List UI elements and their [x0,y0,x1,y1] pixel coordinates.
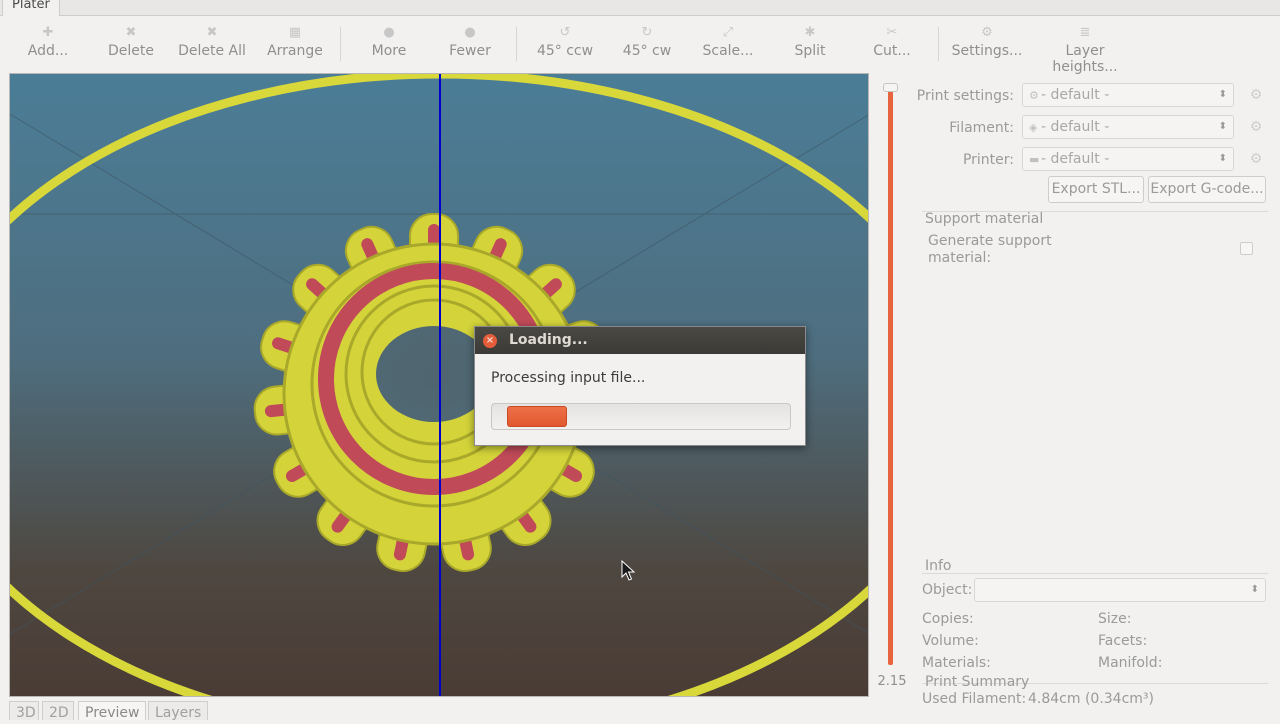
dialog-title: Loading... [475,327,805,354]
filament-icon: ◈ [1029,121,1038,134]
export-stl-button[interactable]: Export STL... [1048,176,1144,203]
split-button[interactable]: ✱ Split [790,21,830,69]
chevron-updown-icon: ⬍ [1218,89,1227,100]
support-group-title: Support material [925,211,1044,227]
scale-label: Scale... [702,43,754,59]
layer-height-value: 2.15 [877,674,907,689]
tab-2d[interactable]: 2D [42,701,74,721]
chevron-updown-icon: ⬍ [1218,121,1227,132]
manifold-label: Manifold: [1098,655,1163,671]
layer-heights-icon: ≣ [1079,25,1091,40]
layer-heights-button[interactable]: ≣ Layer heights... [1032,21,1138,75]
generate-support-label-line2: material: [928,250,992,266]
delete-all-icon: ✖ [206,25,218,40]
copies-label: Copies: [922,611,974,627]
info-group-border [922,573,1268,574]
chevron-updown-icon: ⬍ [1250,584,1259,595]
split-label: Split [794,43,826,59]
more-label: More [371,43,407,59]
generate-support-label-line1: Generate support [928,233,1052,249]
used-filament-label: Used Filament: [922,691,1027,707]
layer-heights-label: Layer heights... [1052,43,1118,75]
scale-icon: ⤢ [722,25,734,40]
toolbar-separator [938,27,939,61]
materials-label: Materials: [922,655,991,671]
progress-bar-fill [507,406,567,427]
print-settings-select[interactable]: ⚙ - default - ⬍ [1022,83,1234,107]
layer-slider-track[interactable] [888,85,893,665]
filament-select[interactable]: ◈ - default - ⬍ [1022,115,1234,139]
rotate-ccw-icon: ↺ [559,25,571,40]
fewer-label: Fewer [449,43,491,59]
object-select[interactable]: ⬍ [974,578,1266,602]
summary-group-title: Print Summary [925,674,1030,690]
arrange-button[interactable]: ▦ Arrange [264,21,326,69]
printer-icon: ▬ [1029,153,1040,166]
printer-label: Printer: [962,152,1014,168]
fewer-button[interactable]: ● Fewer [444,21,496,69]
rotate-ccw-label: 45° ccw [536,43,594,59]
arrange-label: Arrange [267,43,323,59]
more-button[interactable]: ● More [364,21,414,69]
tab-layers[interactable]: Layers [148,701,208,721]
progress-bar [491,403,791,430]
print-settings-icon: ⚙ [1029,89,1039,102]
filament-gear-icon[interactable]: ⚙ [1248,119,1264,135]
toolbar: ✚ Add... ✖ Delete ✖ Delete All ▦ Arrange ● Mo… [0,17,1280,75]
delete-all-label: Delete All [178,43,246,59]
size-label: Size: [1098,611,1132,627]
dialog-message: Processing input file... [491,370,646,386]
tab-plater[interactable]: Plater [2,0,60,16]
scale-button[interactable]: ⤢ Scale... [700,21,756,69]
split-icon: ✱ [804,25,816,40]
printer-select[interactable]: ▬ - default - ⬍ [1022,147,1234,171]
delete-label: Delete [108,43,154,59]
layer-slider-panel: 2.15 [870,73,914,697]
settings-label: Settings... [951,43,1023,59]
delete-icon: ✖ [125,25,137,40]
loading-dialog: Loading... × Processing input file... [474,326,806,446]
mouse-pointer-icon [621,560,635,581]
info-group-title: Info [925,558,952,574]
object-label: Object: [922,582,973,598]
add-button[interactable]: ✚ Add... [22,21,74,69]
tab-preview[interactable]: Preview [78,701,146,721]
print-settings-gear-icon[interactable]: ⚙ [1248,87,1264,103]
chevron-updown-icon: ⬍ [1218,153,1227,164]
delete-all-button[interactable]: ✖ Delete All [176,21,248,69]
rotate-cw-button[interactable]: ↻ 45° cw [620,21,674,69]
printer-gear-icon[interactable]: ⚙ [1248,151,1264,167]
cut-button[interactable]: ✂ Cut... [868,21,916,69]
fewer-icon: ● [464,25,476,40]
rotate-ccw-button[interactable]: ↺ 45° ccw [536,21,594,69]
add-label: Add... [27,43,69,59]
cut-icon: ✂ [886,25,898,40]
arrange-icon: ▦ [288,25,302,40]
notebook-tabs: Plater [0,0,1280,16]
settings-icon: ⚙ [981,25,993,40]
toolbar-separator [516,27,517,61]
cut-label: Cut... [873,43,911,59]
print-settings-label: Print settings: [916,88,1014,104]
rotate-cw-icon: ↻ [641,25,653,40]
tab-3d[interactable]: 3D [9,701,39,721]
used-filament-value: 4.84cm (0.34cm³) [1028,691,1154,707]
close-icon[interactable]: × [483,334,497,348]
add-icon: ✚ [42,25,54,40]
printer-value: - default - [1041,151,1110,167]
filament-value: - default - [1041,119,1110,135]
filament-label: Filament: [949,120,1014,136]
rotate-cw-label: 45° cw [622,43,672,59]
settings-sidebar: Print settings: ⚙ - default - ⬍ ⚙ Filament… [916,73,1280,720]
facets-label: Facets: [1098,633,1148,649]
more-icon: ● [383,25,395,40]
layer-slider-handle[interactable] [883,83,898,92]
export-gcode-button[interactable]: Export G-code... [1148,176,1266,203]
delete-button[interactable]: ✖ Delete [104,21,158,69]
generate-support-checkbox[interactable] [1240,242,1253,255]
toolbar-separator [340,27,341,61]
volume-label: Volume: [922,633,979,649]
settings-button[interactable]: ⚙ Settings... [950,21,1024,69]
print-settings-value: - default - [1041,87,1110,103]
